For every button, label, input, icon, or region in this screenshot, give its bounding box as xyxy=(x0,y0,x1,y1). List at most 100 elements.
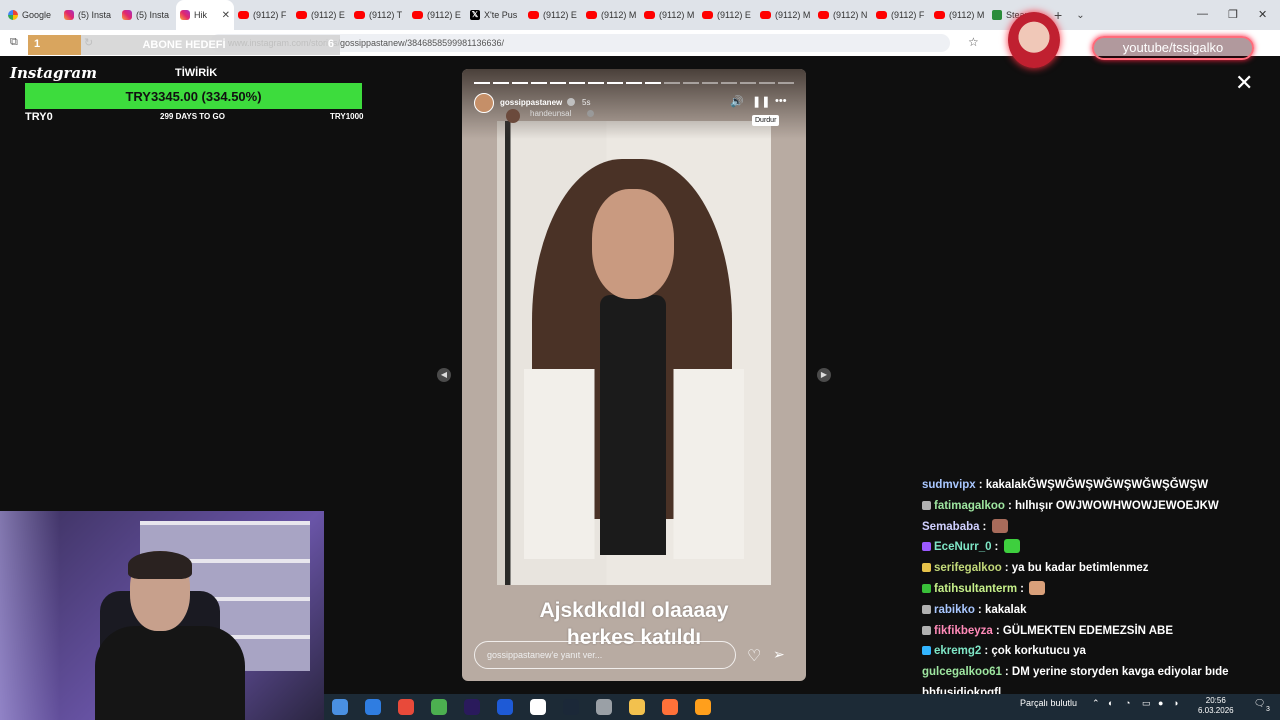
chat-text: kakalak xyxy=(984,603,1027,616)
chat-message: fatimagalkoo: hılhışır OWJWOWHWOWJEWOEJK… xyxy=(922,496,1277,517)
premiere-icon[interactable] xyxy=(464,699,480,715)
tray-chevron-icon[interactable]: ⌃ xyxy=(1092,698,1100,709)
subscriber-goal-end: 6 xyxy=(327,38,334,50)
story-photo-top xyxy=(600,295,666,555)
pause-icon[interactable]: ❚❚ xyxy=(752,95,770,108)
browser-tab[interactable]: (9112) F xyxy=(234,0,292,30)
steam-icon[interactable] xyxy=(563,699,579,715)
chat-username[interactable]: EceNurr_0 xyxy=(934,541,992,553)
x-icon: 𝕏 xyxy=(470,10,480,20)
webcam-streamer xyxy=(95,551,255,720)
prev-story-button[interactable]: ◀ xyxy=(437,368,451,382)
like-heart-icon[interactable]: ♡ xyxy=(747,646,761,666)
tray-wifi-icon[interactable]: ◔ xyxy=(1125,698,1130,708)
tab-label: (9112) T xyxy=(369,10,403,20)
app-icon[interactable] xyxy=(596,699,612,715)
chat-text: kakalakĞWŞWĞWŞWĞWŞWĞWŞĞWŞW xyxy=(985,479,1209,491)
chat-username[interactable]: fatimagalkoo xyxy=(934,500,1005,512)
youtube-icon xyxy=(296,11,307,19)
tray-mic-icon[interactable]: ● xyxy=(1158,698,1163,708)
browser-tab[interactable]: (9112) M xyxy=(582,0,640,30)
browser-tab[interactable]: (9112) N xyxy=(814,0,872,30)
tray-network-icon[interactable]: ◐ xyxy=(1108,698,1113,708)
story-user-avatar[interactable] xyxy=(474,93,494,113)
youtube-handle: youtube/tssigalko xyxy=(1092,36,1254,60)
notification-icon[interactable]: 🗨 xyxy=(1254,698,1265,709)
opera-icon[interactable] xyxy=(398,699,414,715)
tab-close-icon[interactable]: ✕ xyxy=(222,10,230,21)
tab-label: Hik xyxy=(194,10,207,20)
chat-username[interactable]: fikfikbeyza xyxy=(934,625,993,637)
new-tab-icon[interactable]: + xyxy=(1054,7,1062,23)
browser-tab[interactable]: (9112) E xyxy=(408,0,466,30)
next-story-button[interactable]: ▶ xyxy=(817,368,831,382)
minimize-button[interactable]: — xyxy=(1197,8,1208,20)
browser-tab[interactable]: (9112) E xyxy=(698,0,756,30)
youtube-icon xyxy=(412,11,423,19)
chat-message: fikfikbeyza: GÜLMEKTEN EDEMEZSİN ABE xyxy=(922,621,1277,642)
chat-username[interactable]: fatihsultanterm xyxy=(934,583,1017,595)
browser-tab[interactable]: (9112) M xyxy=(640,0,698,30)
start-icon[interactable] xyxy=(332,699,348,715)
tab-label: (9112) E xyxy=(427,10,461,20)
browser-tab[interactable]: (9112) E xyxy=(524,0,582,30)
story-progress-segment xyxy=(740,82,756,84)
browser-tab[interactable]: Google xyxy=(4,0,60,30)
chat-username[interactable]: sudmvipx xyxy=(922,479,976,491)
chrome-icon[interactable] xyxy=(431,699,447,715)
bookmark-star-icon[interactable]: ☆ xyxy=(968,35,979,49)
story-progress-segment xyxy=(683,82,699,84)
youtube-icon xyxy=(760,11,771,19)
chat-separator: : xyxy=(982,520,990,533)
app-icon[interactable] xyxy=(497,699,513,715)
tray-volume-icon[interactable]: ◑ xyxy=(1173,698,1178,708)
chat-text: çok korkutucu ya xyxy=(991,645,1086,658)
browser-tab[interactable]: (5) Insta xyxy=(118,0,176,30)
firefox-icon[interactable] xyxy=(662,699,678,715)
obs-icon[interactable] xyxy=(530,699,546,715)
clock-date: 6.03.2026 xyxy=(1198,706,1234,715)
browser-tab[interactable]: (9112) M xyxy=(930,0,988,30)
more-options-icon[interactable]: ••• xyxy=(775,95,787,107)
volume-icon[interactable]: 🔊 xyxy=(730,95,744,108)
taskbar-clock[interactable]: 20:56 6.03.2026 xyxy=(1198,696,1234,716)
maximize-button[interactable]: ❐ xyxy=(1228,8,1238,21)
chat-text: ya bu kadar betimlenmez xyxy=(1011,562,1149,575)
tagged-verified-icon xyxy=(587,110,594,117)
browser-tab[interactable]: (5) Insta xyxy=(60,0,118,30)
tagged-username[interactable]: handeunsal xyxy=(530,109,571,118)
pause-tooltip: Durdur xyxy=(752,115,780,126)
browser-tab[interactable]: (9112) F xyxy=(872,0,930,30)
weather-status[interactable]: Parçalı bulutlu xyxy=(1020,698,1077,708)
send-icon[interactable]: ➢ xyxy=(773,646,785,663)
browser-tab[interactable]: (9112) T xyxy=(350,0,408,30)
chat-badge-icon xyxy=(922,542,931,552)
chat-username[interactable]: gulcegalkoo61 xyxy=(922,666,1002,678)
browser-tab[interactable]: Hik ✕ xyxy=(176,0,234,30)
tab-search-icon[interactable]: ⧉ xyxy=(10,36,18,49)
explorer-icon[interactable] xyxy=(629,699,645,715)
chat-username[interactable]: ekremg2 xyxy=(934,645,981,657)
chat-username[interactable]: Semababa xyxy=(922,521,980,533)
tab-label: (5) Insta xyxy=(78,10,112,20)
webcam-body xyxy=(95,626,245,720)
browser-tab[interactable]: (9112) M xyxy=(756,0,814,30)
tab-menu-icon[interactable]: ⌄ xyxy=(1076,10,1084,21)
browser-tab[interactable]: 𝕏 X'te Pus xyxy=(466,0,524,30)
story-username[interactable]: gossippastanew xyxy=(500,98,562,107)
close-story-icon[interactable]: ✕ xyxy=(1235,70,1253,96)
browser-tab[interactable]: (9112) E xyxy=(292,0,350,30)
vlc-icon[interactable] xyxy=(695,699,711,715)
tray-battery-icon[interactable]: ▭ xyxy=(1142,698,1151,709)
clock-time: 20:56 xyxy=(1205,696,1226,705)
window-close-button[interactable]: ✕ xyxy=(1258,8,1267,21)
tab-label: (9112) M xyxy=(949,10,985,20)
story-progress-segment xyxy=(531,82,547,84)
chat-separator: : xyxy=(994,541,1002,554)
chat-username[interactable]: serifegalkoo xyxy=(934,562,1002,574)
chat-username[interactable]: rabikko xyxy=(934,604,975,616)
story-reply-input[interactable]: gossippastanew'e yanıt ver... xyxy=(474,641,736,669)
instagram-icon xyxy=(122,10,132,20)
outlook-icon[interactable] xyxy=(365,699,381,715)
tagged-user-avatar[interactable] xyxy=(506,109,520,123)
